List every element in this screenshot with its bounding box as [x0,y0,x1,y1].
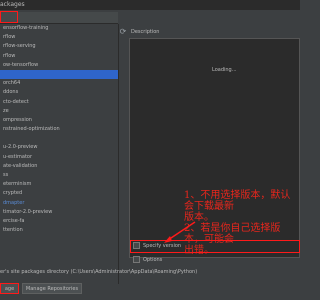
refresh-icon[interactable]: ⟳ [119,28,127,36]
package-item[interactable]: rflow [0,33,118,42]
package-item[interactable]: ze [0,107,118,116]
options-row[interactable]: Options [133,256,162,265]
specify-version-row[interactable]: Specify version [133,242,181,251]
package-item[interactable]: timator-2.0-preview [0,208,118,217]
package-item[interactable]: nstrained-optimization [0,125,118,134]
package-list: ensorflow-training rflow rflow-serving r… [0,24,118,245]
package-item[interactable]: orch64 [0,79,118,88]
package-item[interactable]: ss [0,171,118,180]
specify-version-label: Specify version [143,243,182,249]
package-item[interactable]: rflow [0,52,118,61]
package-item[interactable]: ompression [0,116,118,125]
search-highlight-box [0,11,18,23]
package-item[interactable] [0,235,118,244]
package-item[interactable]: u-2.0-preview [0,143,118,152]
window-title: ackages [0,1,25,8]
package-item[interactable]: u-estimator [0,153,118,162]
package-item[interactable]: rflow-serving [0,42,118,51]
package-list-panel: ensorflow-training rflow rflow-serving r… [0,24,119,284]
package-item[interactable]: eterminism [0,180,118,189]
install-path-text: er's site packages directory (C:\Users\A… [0,269,198,275]
package-item[interactable]: ttention [0,226,118,235]
description-label: Description [131,29,160,35]
package-item[interactable]: ate-validation [0,162,118,171]
package-item[interactable]: ow-tensorflow [0,61,118,70]
options-checkbox[interactable] [133,256,140,263]
specify-version-checkbox[interactable] [133,242,140,249]
package-item[interactable]: ddons [0,88,118,97]
title-bar: ackages [0,0,300,10]
package-item[interactable]: ensorflow-training [0,24,118,33]
package-item-link[interactable]: dmapter [0,199,118,208]
annotation-line: 版本。 [184,212,214,223]
package-item[interactable] [0,134,118,143]
install-package-button[interactable]: age [0,283,19,294]
package-item[interactable]: ercise-fa [0,217,118,226]
manage-repositories-button[interactable]: Manage Repositories [22,283,82,294]
options-label: Options [143,257,163,263]
package-item-selected[interactable] [0,69,118,80]
annotation-line: 1、不用选择版本，默认会下载最新 [184,190,291,212]
package-item[interactable]: cto-detect [0,98,118,107]
loading-text: Loading... [212,67,237,73]
package-item[interactable]: crypted [0,189,118,198]
